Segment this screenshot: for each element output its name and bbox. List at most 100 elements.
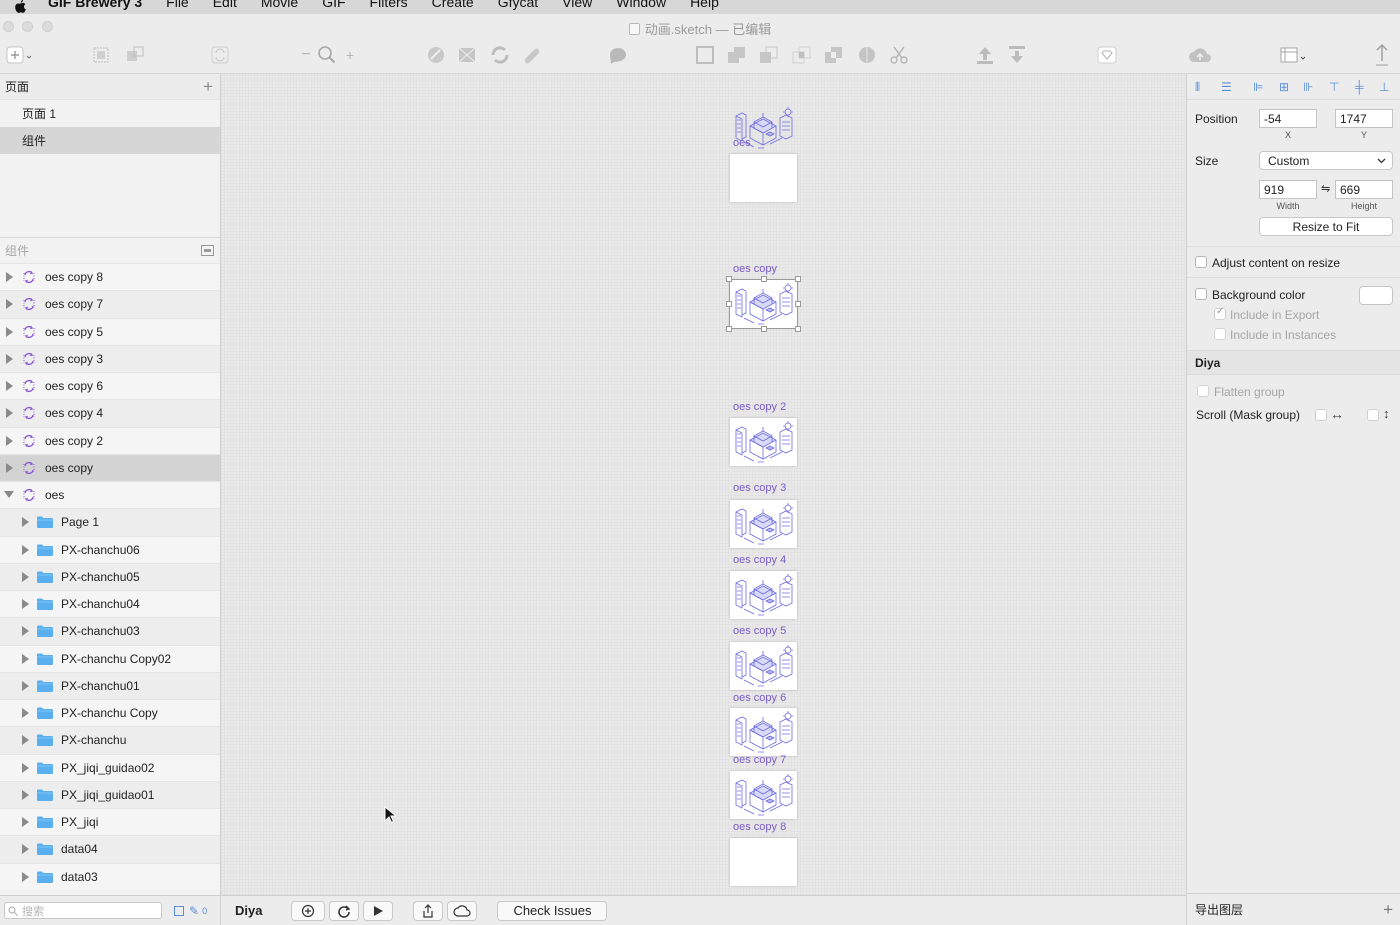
menu-edit[interactable]: Edit xyxy=(213,0,237,9)
disclosure-closed-icon[interactable] xyxy=(16,680,34,691)
mirror-icon[interactable] xyxy=(1095,43,1119,67)
scroll-horizontal-checkbox[interactable] xyxy=(1315,409,1327,421)
cloud-button[interactable] xyxy=(447,900,478,921)
add-page-icon[interactable]: + xyxy=(203,78,213,95)
apple-icon[interactable] xyxy=(14,0,28,14)
play-button[interactable] xyxy=(363,900,394,921)
resize-handle[interactable] xyxy=(795,276,801,282)
transform-icon[interactable] xyxy=(455,43,479,67)
disclosure-closed-icon[interactable] xyxy=(0,326,18,337)
disclosure-closed-icon[interactable] xyxy=(16,544,34,555)
width-field[interactable]: 919 xyxy=(1259,180,1317,199)
artboard-label[interactable]: oes copy 2 xyxy=(733,401,786,413)
menu-movie[interactable]: Movie xyxy=(261,0,298,9)
menu-help[interactable]: Help xyxy=(690,0,719,9)
group-icon[interactable] xyxy=(90,43,112,67)
layer-row[interactable]: Page 1 xyxy=(0,508,220,536)
align-left-icon[interactable]: ⊫ xyxy=(1253,80,1263,94)
layer-row[interactable]: data04 xyxy=(0,835,220,863)
align-middle-icon[interactable]: ╪ xyxy=(1355,80,1364,94)
disclosure-closed-icon[interactable] xyxy=(0,353,18,364)
layer-row[interactable]: PX-chanchu04 xyxy=(0,590,220,618)
canvas[interactable]: oes oes copy oes copy 2 oes copy 3 oes copy … xyxy=(221,74,1186,895)
disclosure-closed-icon[interactable] xyxy=(0,381,18,392)
artboard-label[interactable]: oes copy 4 xyxy=(733,554,786,566)
layer-row[interactable]: data03 xyxy=(0,862,220,890)
backward-icon[interactable] xyxy=(1005,43,1029,67)
background-color-swatch[interactable] xyxy=(1359,286,1393,305)
insert-button[interactable] xyxy=(4,43,34,67)
disclosure-closed-icon[interactable] xyxy=(16,871,34,882)
menu-view[interactable]: View xyxy=(562,0,592,9)
align-bottom-icon[interactable]: ⊥ xyxy=(1379,80,1389,94)
disclosure-closed-icon[interactable] xyxy=(0,408,18,419)
artboard[interactable] xyxy=(730,571,797,619)
menu-app-name[interactable]: GIF Brewery 3 xyxy=(48,0,142,9)
distribute-horizontal-icon[interactable]: ⫴ xyxy=(1195,80,1200,95)
mask-icon[interactable] xyxy=(606,43,630,67)
include-instances-checkbox[interactable] xyxy=(1214,328,1226,340)
resize-handle[interactable] xyxy=(726,301,732,307)
artboard[interactable] xyxy=(730,771,797,819)
layer-row[interactable]: PX-chanchu Copy02 xyxy=(0,644,220,672)
layer-row[interactable]: oes copy 6 xyxy=(0,372,220,400)
resize-handle[interactable] xyxy=(760,276,767,282)
resize-to-fit-button[interactable]: Resize to Fit xyxy=(1259,217,1393,236)
disclosure-closed-icon[interactable] xyxy=(16,708,34,719)
symbol-filter-icon[interactable] xyxy=(174,905,184,916)
disclosure-closed-icon[interactable] xyxy=(16,599,34,610)
add-export-icon[interactable]: + xyxy=(1383,900,1393,920)
menu-filters[interactable]: Filters xyxy=(370,0,408,9)
check-issues-button[interactable]: Check Issues xyxy=(497,900,608,921)
zoom-icon[interactable] xyxy=(316,43,338,67)
layer-row[interactable]: PX-chanchu06 xyxy=(0,535,220,563)
menu-window[interactable]: Window xyxy=(616,0,666,9)
disclosure-closed-icon[interactable] xyxy=(16,844,34,855)
export-icon[interactable] xyxy=(1372,43,1392,67)
disclosure-closed-icon[interactable] xyxy=(16,653,34,664)
zoom-out-icon[interactable]: − xyxy=(299,43,313,67)
zoom-in-icon[interactable]: + xyxy=(343,43,357,67)
height-field[interactable]: 669 xyxy=(1335,180,1393,199)
add-button[interactable] xyxy=(291,900,326,921)
scroll-vertical-checkbox[interactable] xyxy=(1367,409,1379,421)
resize-handle[interactable] xyxy=(760,326,767,332)
refresh-button[interactable] xyxy=(329,900,360,921)
disclosure-closed-icon[interactable] xyxy=(0,272,18,283)
align-center-icon[interactable]: ⊞ xyxy=(1279,80,1289,94)
layer-row[interactable]: oes copy 8 xyxy=(0,263,220,291)
disclosure-closed-icon[interactable] xyxy=(16,626,34,637)
artboard-label[interactable]: oes copy xyxy=(733,263,777,275)
boolean-icon[interactable] xyxy=(855,43,879,67)
layer-row[interactable]: oes copy 5 xyxy=(0,317,220,345)
layer-row[interactable]: PX-chanchu xyxy=(0,726,220,754)
page-item-page1[interactable]: 页面 1 xyxy=(0,100,220,127)
disclosure-closed-icon[interactable] xyxy=(16,571,34,582)
disclosure-closed-icon[interactable] xyxy=(0,299,18,310)
size-preset-select[interactable]: Custom xyxy=(1259,151,1393,170)
layer-row[interactable]: PX_jiqi xyxy=(0,808,220,836)
view-icon[interactable] xyxy=(1278,43,1308,67)
disclosure-closed-icon[interactable] xyxy=(16,735,34,746)
include-export-checkbox[interactable]: ✓ xyxy=(1214,306,1226,320)
ungroup-icon[interactable] xyxy=(123,43,147,67)
search-input[interactable]: 搜索 xyxy=(4,902,162,919)
artboard-label[interactable]: oes copy 3 xyxy=(733,482,786,494)
layer-row[interactable]: oes copy xyxy=(0,453,220,481)
resize-handle[interactable] xyxy=(795,326,801,332)
scissors-icon[interactable] xyxy=(887,43,911,67)
menu-gfycat[interactable]: Gfycat xyxy=(498,0,538,9)
rotate-icon[interactable] xyxy=(487,43,513,67)
disclosure-closed-icon[interactable] xyxy=(16,789,34,800)
create-symbol-icon[interactable] xyxy=(208,43,232,67)
share-button[interactable] xyxy=(413,900,444,921)
align-right-icon[interactable]: ⊪ xyxy=(1303,80,1313,94)
artboard[interactable] xyxy=(730,418,797,466)
page-item-components[interactable]: 组件 xyxy=(0,127,220,154)
artboard[interactable] xyxy=(730,154,797,202)
layer-row[interactable]: oes copy 4 xyxy=(0,399,220,427)
artboard[interactable] xyxy=(730,708,797,756)
background-color-checkbox[interactable] xyxy=(1195,288,1207,300)
position-x-field[interactable]: -54 xyxy=(1259,109,1317,128)
pencil-filter-icon[interactable]: ✎ xyxy=(189,904,199,918)
